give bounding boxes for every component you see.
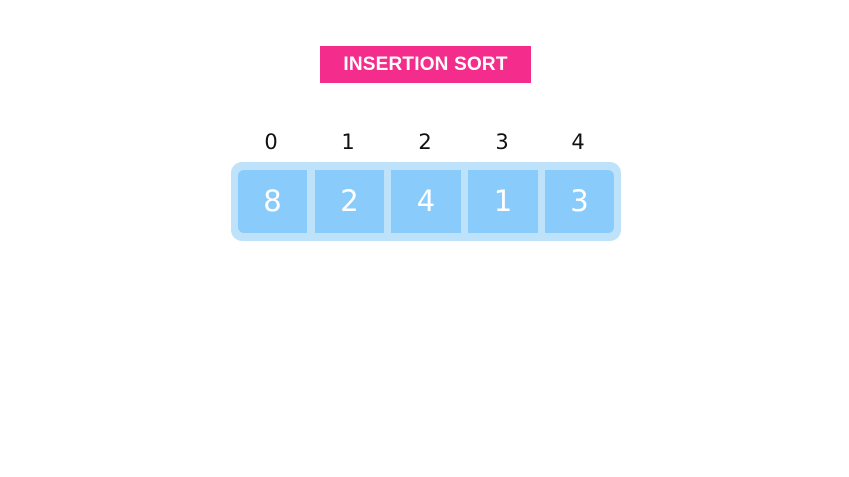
array-cell-4: 3 (545, 170, 614, 233)
array-cell-0: 8 (238, 170, 307, 233)
array-cell-2: 4 (391, 170, 461, 233)
array-cell-1: 2 (315, 170, 384, 233)
index-label-0: 0 (264, 130, 278, 154)
index-label-2: 2 (418, 130, 432, 154)
title-badge: INSERTION SORT (320, 46, 531, 83)
index-label-3: 3 (495, 130, 509, 154)
array-indices: 0 1 2 3 4 (0, 128, 849, 158)
index-label-1: 1 (341, 130, 355, 154)
array-cell-3: 1 (468, 170, 538, 233)
index-label-4: 4 (571, 130, 585, 154)
insertion-sort-canvas: INSERTION SORT 0 1 2 3 4 8 2 4 1 3 (0, 0, 849, 477)
